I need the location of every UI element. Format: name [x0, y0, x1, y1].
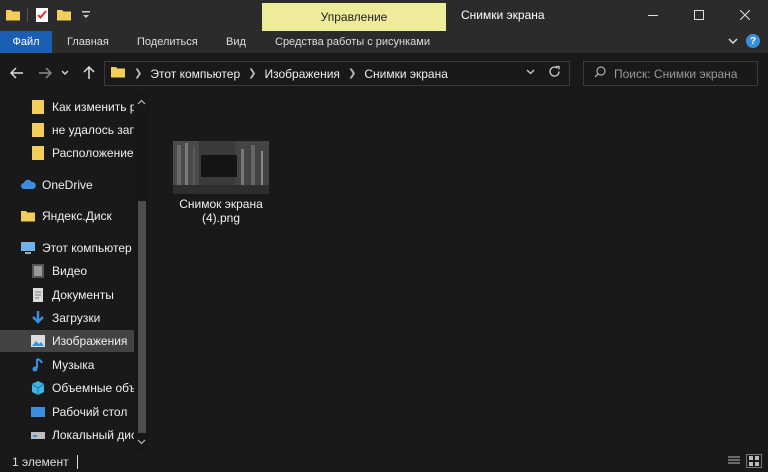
sidebar-item-onedrive[interactable]: OneDrive	[20, 174, 134, 196]
download-icon	[30, 310, 46, 326]
close-button[interactable]	[722, 0, 768, 30]
customize-toolbar-icon[interactable]	[77, 6, 95, 24]
pictures-icon	[30, 333, 46, 349]
sidebar-scrollbar[interactable]	[135, 93, 149, 451]
folder-icon[interactable]	[4, 6, 22, 24]
status-divider	[76, 454, 78, 469]
music-icon	[30, 357, 46, 373]
search-icon	[594, 66, 606, 81]
sidebar-item-videos[interactable]: Видео	[30, 260, 134, 282]
ribbon-tabs: Файл Главная Поделиться Вид Средства раб…	[0, 31, 768, 53]
folder-icon	[20, 208, 36, 224]
recent-locations-button[interactable]	[58, 62, 72, 84]
up-button[interactable]	[78, 62, 100, 84]
folder-icon	[30, 122, 46, 138]
folder-icon	[110, 65, 126, 82]
sidebar-item-music[interactable]: Музыка	[30, 354, 134, 376]
properties-icon[interactable]	[33, 6, 51, 24]
window-controls	[630, 0, 768, 30]
status-bar: 1 элемент	[0, 451, 768, 472]
file-list: Снимок экрана (4).png	[150, 93, 768, 451]
breadcrumb-screenshots[interactable]: Снимки экрана	[364, 67, 448, 81]
address-history-chevron-icon[interactable]	[526, 67, 535, 78]
maximize-button[interactable]	[676, 0, 722, 30]
minimize-button[interactable]	[630, 0, 676, 30]
breadcrumb-separator-icon[interactable]: ❯	[134, 68, 142, 79]
large-icons-view-icon[interactable]	[746, 454, 762, 468]
file-item[interactable]: Снимок экрана (4).png	[172, 141, 270, 225]
breadcrumb-separator-icon[interactable]: ❯	[348, 68, 356, 79]
view-switcher	[726, 454, 762, 468]
video-icon	[30, 263, 46, 279]
file-name-line: (4).png	[201, 211, 241, 225]
address-bar[interactable]: ❯ Этот компьютер ❯ Изображения ❯ Снимки …	[104, 61, 570, 86]
window-title: Снимки экрана	[461, 8, 545, 22]
sidebar-item-how-to-change[interactable]: Как изменить р	[30, 96, 134, 118]
3d-objects-icon	[30, 380, 46, 396]
breadcrumb-pictures[interactable]: Изображения	[265, 67, 340, 81]
tab-home[interactable]: Главная	[67, 31, 109, 53]
title-bar: Управление Снимки экрана	[0, 0, 768, 31]
tab-file[interactable]: Файл	[0, 31, 52, 53]
breadcrumb-separator-icon[interactable]: ❯	[248, 68, 256, 79]
details-view-icon[interactable]	[726, 454, 742, 468]
tab-picture-tools[interactable]: Средства работы с рисунками	[275, 31, 430, 53]
sidebar-item-documents[interactable]: Документы	[30, 284, 134, 306]
sidebar-item-yandex-disk[interactable]: Яндекс.Диск	[20, 205, 134, 227]
sidebar-item-failed-to-launch[interactable]: не удалось запу	[30, 119, 134, 141]
scroll-down-chevron-icon[interactable]	[137, 437, 146, 447]
tab-manage[interactable]: Управление	[262, 3, 446, 31]
search-input[interactable]	[614, 66, 754, 81]
folder-icon	[30, 145, 46, 161]
scroll-up-chevron-icon[interactable]	[137, 97, 146, 107]
sidebar-item-3d-objects[interactable]: Объемные объ	[30, 377, 134, 399]
help-icon[interactable]: ?	[746, 34, 760, 48]
ribbon-controls: ?	[728, 34, 760, 48]
file-name-line: Снимок экрана	[179, 197, 263, 211]
sidebar-item-this-pc[interactable]: Этот компьютер	[20, 237, 134, 259]
desktop-icon	[30, 404, 46, 420]
quick-access-toolbar	[4, 6, 95, 24]
document-icon	[30, 287, 46, 303]
file-name: Снимок экрана (4).png	[179, 197, 263, 225]
computer-icon	[20, 240, 36, 256]
breadcrumb-this-pc[interactable]: Этот компьютер	[150, 67, 240, 81]
navigation-bar: ❯ Этот компьютер ❯ Изображения ❯ Снимки …	[0, 53, 768, 93]
sidebar-item-location[interactable]: Расположение	[30, 142, 134, 164]
cloud-icon	[20, 177, 36, 193]
file-thumbnail	[173, 141, 269, 194]
navigation-pane: Как изменить р не удалось запу Расположе…	[0, 93, 150, 451]
refresh-icon[interactable]	[548, 65, 561, 81]
sidebar-item-local-disk[interactable]: Локальный дис	[30, 424, 134, 446]
new-folder-icon[interactable]	[55, 6, 73, 24]
sidebar-item-desktop[interactable]: Рабочий стол	[30, 401, 134, 423]
sidebar-item-pictures[interactable]: Изображения	[0, 330, 134, 352]
toolbar-divider	[27, 8, 28, 22]
folder-icon	[30, 99, 46, 115]
expand-ribbon-icon[interactable]	[728, 37, 738, 45]
tab-view[interactable]: Вид	[226, 31, 246, 53]
sidebar-item-downloads[interactable]: Загрузки	[30, 307, 134, 329]
search-box[interactable]	[583, 61, 758, 86]
tab-share[interactable]: Поделиться	[137, 31, 198, 53]
forward-button[interactable]	[34, 62, 56, 84]
item-count: 1 элемент	[12, 454, 69, 469]
drive-icon	[30, 427, 46, 443]
scrollbar-thumb[interactable]	[138, 201, 146, 433]
back-button[interactable]	[6, 62, 28, 84]
